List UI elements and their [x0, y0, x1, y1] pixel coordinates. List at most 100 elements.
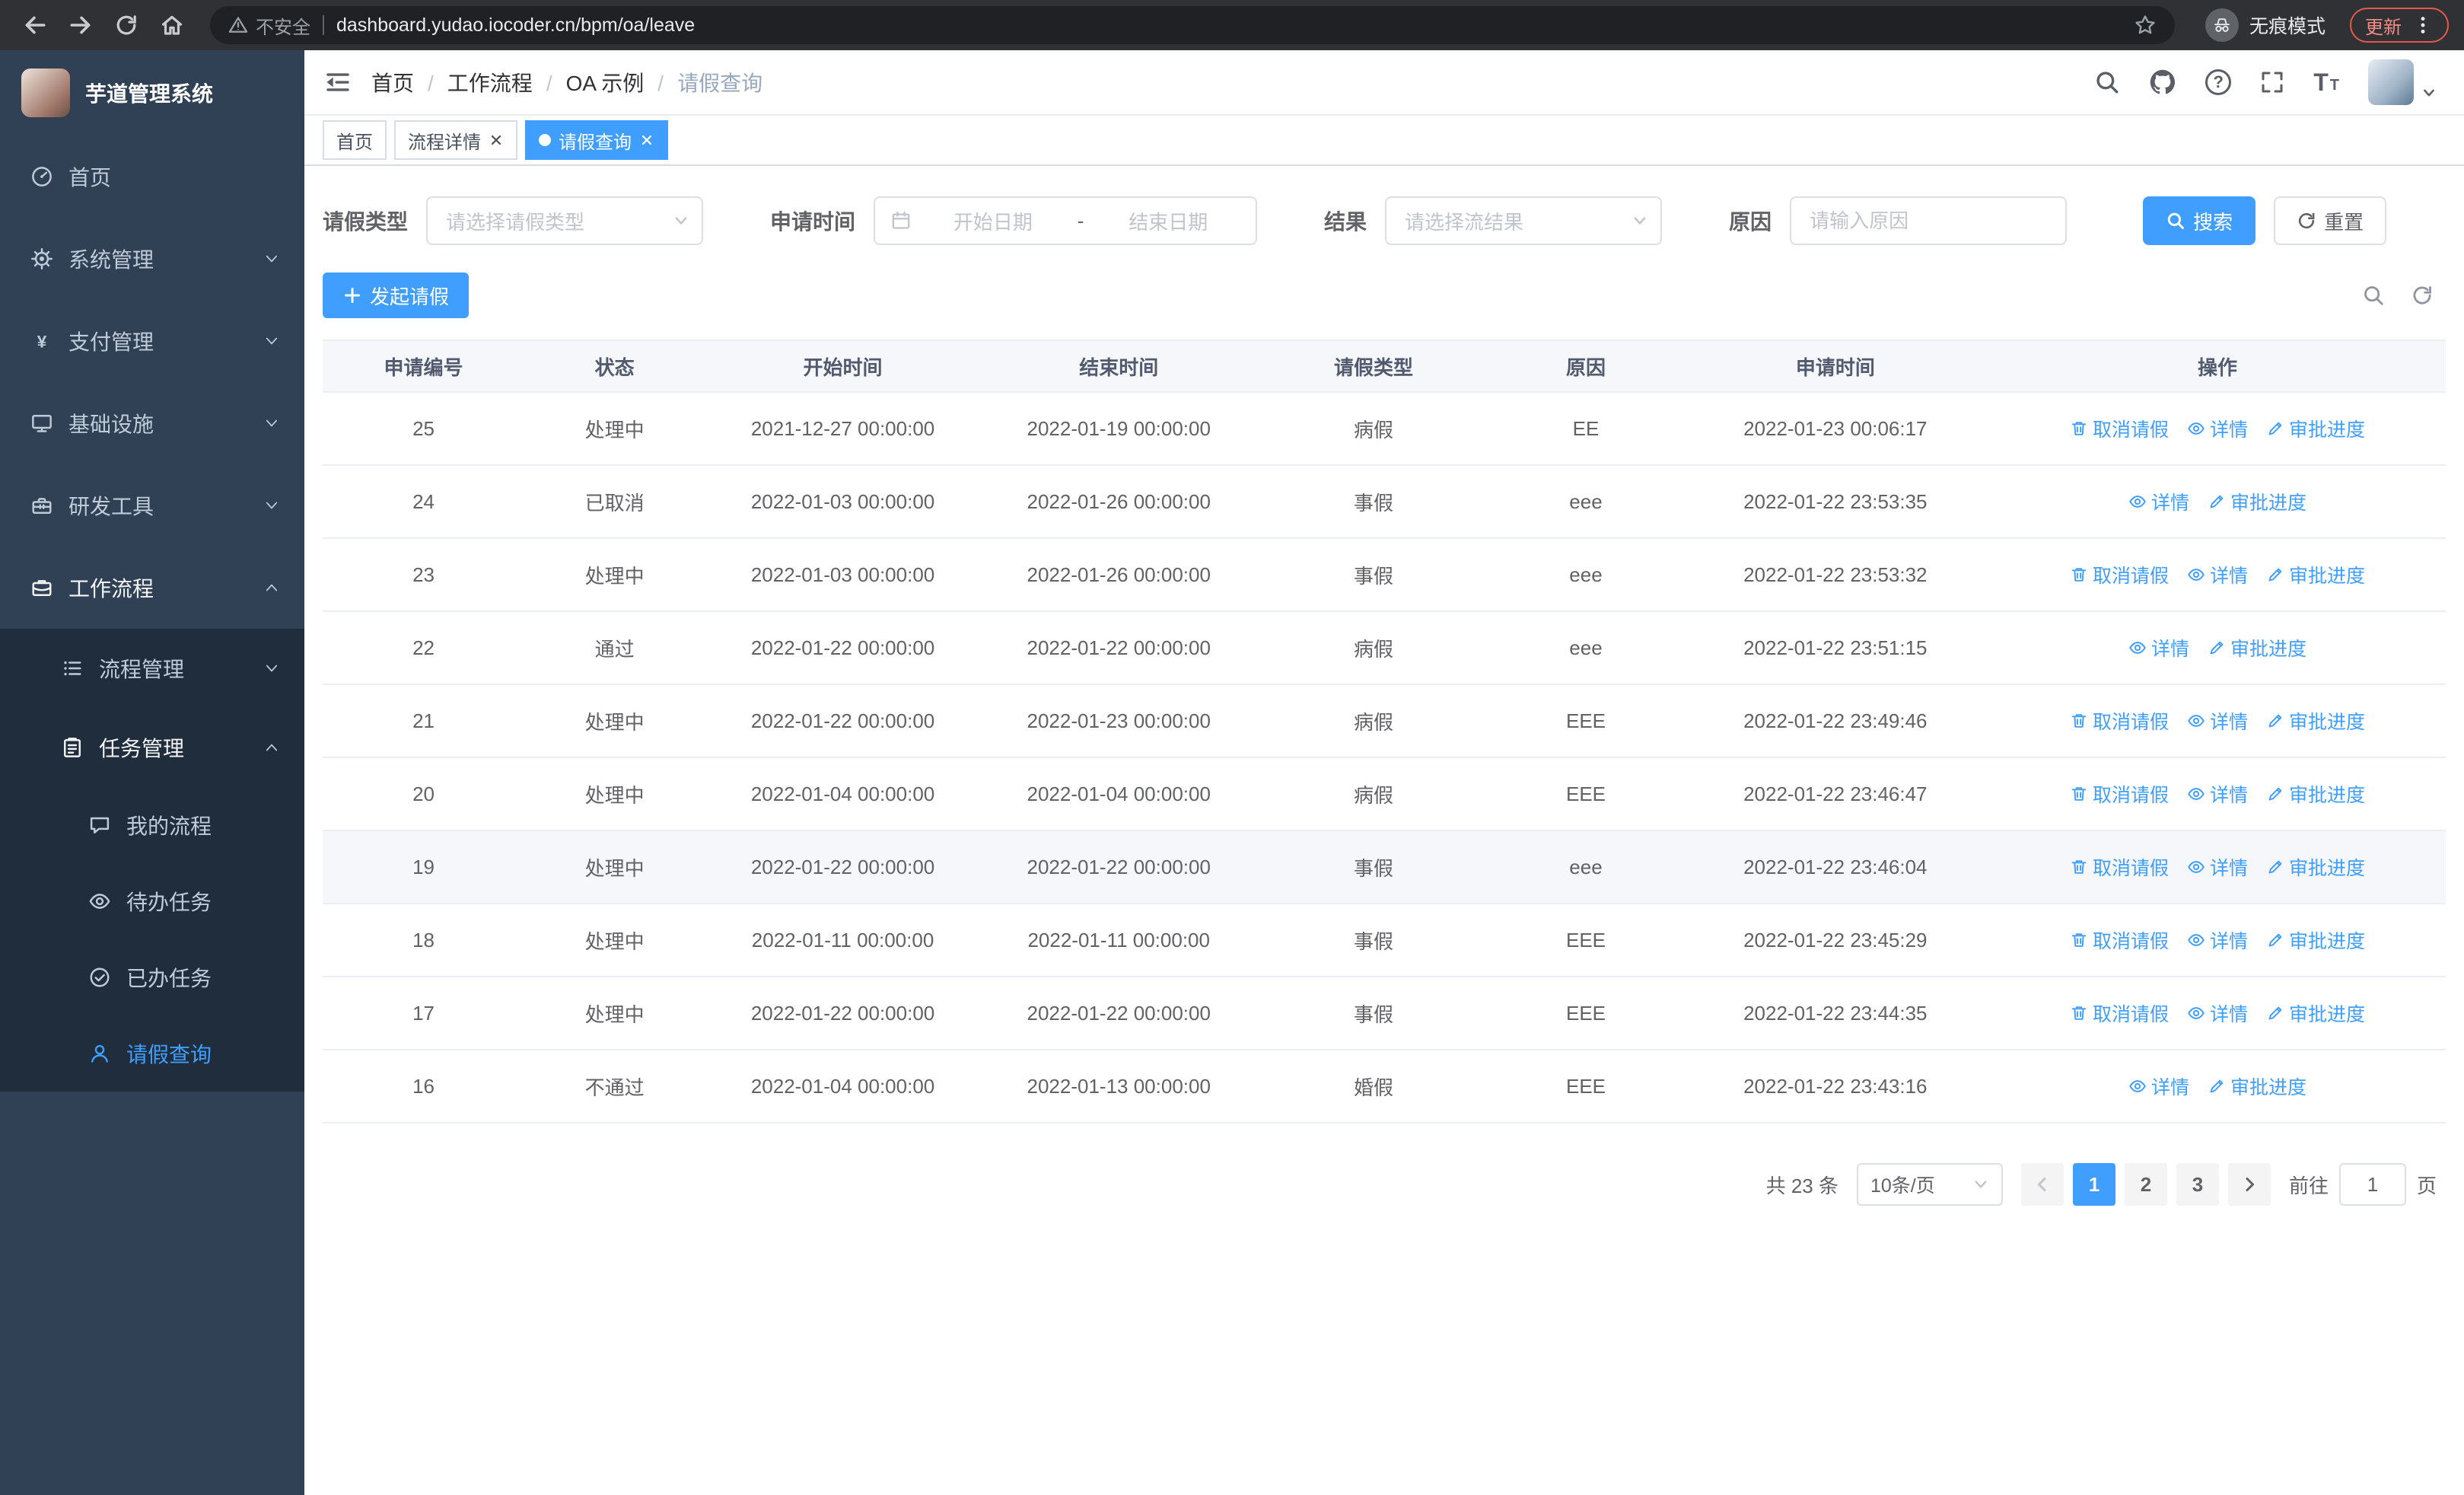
cancel-link[interactable]: 取消请假 [2070, 999, 2169, 1027]
collapse-sidebar-icon[interactable] [304, 50, 371, 114]
breadcrumb-item-0[interactable]: 首页 [371, 67, 447, 97]
cell-id: 22 [323, 611, 525, 685]
breadcrumb-item-1[interactable]: 工作流程 [447, 67, 566, 97]
sidebar-item-dev-tools[interactable]: 研发工具 [0, 464, 304, 547]
avatar[interactable] [2368, 59, 2414, 105]
fullscreen-icon[interactable] [2260, 70, 2284, 94]
github-icon[interactable] [2149, 69, 2176, 96]
cell-actions: 取消请假 详情 审批进度 [1989, 392, 2446, 466]
sidebar-item-todo-task[interactable]: 待办任务 [0, 863, 304, 939]
toggle-search-icon[interactable] [2362, 284, 2385, 307]
tab-leave-query[interactable]: 请假查询 [525, 120, 668, 160]
detail-link[interactable]: 详情 [2128, 634, 2189, 661]
user-menu[interactable] [2368, 59, 2437, 105]
create-leave-button[interactable]: 发起请假 [323, 273, 470, 318]
bookmark-star-icon[interactable] [2134, 14, 2157, 37]
date-range-picker[interactable]: 开始日期 - 结束日期 [874, 196, 1258, 245]
progress-link[interactable]: 审批进度 [2208, 1073, 2306, 1100]
progress-link[interactable]: 审批进度 [2266, 561, 2365, 588]
sidebar-item-task-mgmt[interactable]: 任务管理 [0, 708, 304, 787]
search-button[interactable]: 搜索 [2143, 196, 2256, 245]
breadcrumb-item-2[interactable]: OA 示例 [566, 67, 677, 97]
cell-id: 16 [323, 1050, 525, 1124]
reset-button[interactable]: 重置 [2274, 196, 2387, 245]
sidebar-item-leave-query[interactable]: 请假查询 [0, 1015, 304, 1092]
address-bar[interactable]: 不安全 dashboard.yudao.iocoder.cn/bpm/oa/le… [210, 6, 2175, 44]
detail-link[interactable]: 详情 [2187, 561, 2248, 588]
security-warning[interactable]: 不安全 [228, 12, 310, 39]
progress-link[interactable]: 审批进度 [2266, 926, 2365, 954]
goto-page-input[interactable] [2338, 1163, 2406, 1206]
forward-button[interactable] [61, 5, 100, 45]
tab-process-detail[interactable]: 流程详情 [394, 120, 517, 160]
leave-query-icon [88, 1042, 111, 1065]
cancel-link[interactable]: 取消请假 [2070, 853, 2169, 881]
cell-end-time: 2022-01-04 00:00:00 [980, 757, 1257, 831]
cancel-link[interactable]: 取消请假 [2070, 780, 2169, 808]
help-icon[interactable] [2205, 69, 2232, 95]
cell-apply-time: 2022-01-22 23:49:46 [1681, 684, 1990, 758]
close-icon[interactable] [639, 132, 654, 148]
cell-actions: 详情 审批进度 [1989, 611, 2446, 685]
cancel-link[interactable]: 取消请假 [2070, 561, 2169, 588]
sidebar-item-payment-mgmt[interactable]: ¥ 支付管理 [0, 300, 304, 382]
page-size-select[interactable]: 10条/页 [1856, 1163, 2003, 1206]
search-icon[interactable] [2094, 69, 2120, 95]
sidebar-item-system-mgmt[interactable]: 系统管理 [0, 218, 304, 300]
home-button[interactable] [152, 5, 192, 45]
font-size-icon[interactable] [2313, 70, 2339, 94]
prev-page-button[interactable] [2020, 1163, 2064, 1206]
refresh-table-icon[interactable] [2411, 284, 2434, 307]
pen-icon [2266, 931, 2284, 949]
sidebar-item-home[interactable]: 首页 [0, 135, 304, 218]
table-toolbar: 发起请假 [323, 273, 2446, 318]
page-button-3[interactable]: 3 [2176, 1163, 2219, 1206]
cancel-link[interactable]: 取消请假 [2070, 926, 2169, 954]
progress-link[interactable]: 审批进度 [2266, 999, 2365, 1027]
progress-link[interactable]: 审批进度 [2208, 488, 2306, 515]
detail-link[interactable]: 详情 [2187, 415, 2248, 442]
cancel-link[interactable]: 取消请假 [2070, 415, 2169, 442]
browser-menu-icon[interactable] [2412, 14, 2434, 36]
reload-button[interactable] [107, 5, 146, 45]
detail-link[interactable]: 详情 [2187, 707, 2248, 735]
progress-link[interactable]: 审批进度 [2266, 853, 2365, 881]
progress-link[interactable]: 审批进度 [2208, 634, 2306, 661]
sidebar-item-workflow[interactable]: 工作流程 [0, 547, 304, 629]
sidebar-item-process-mgmt[interactable]: 流程管理 [0, 629, 304, 708]
sidebar-item-infrastructure[interactable]: 基础设施 [0, 382, 304, 464]
home-icon [30, 165, 53, 188]
page-button-2[interactable]: 2 [2124, 1163, 2167, 1206]
progress-link[interactable]: 审批进度 [2266, 415, 2365, 442]
table-row: 16 不通过 2022-01-04 00:00:00 2022-01-13 00:00… [323, 1050, 2446, 1124]
detail-link[interactable]: 详情 [2128, 1073, 2189, 1100]
total-count: 共 23 条 [1765, 1174, 1838, 1197]
sidebar-item-done-task[interactable]: 已办任务 [0, 939, 304, 1015]
page: 首页工作流程OA 示例请假查询 [304, 50, 2464, 1495]
page-button-1[interactable]: 1 [2072, 1163, 2115, 1206]
page-jumper: 前往 页 [2289, 1163, 2437, 1206]
detail-link[interactable]: 详情 [2187, 780, 2248, 808]
browser-update-button[interactable]: 更新 [2350, 8, 2449, 43]
next-page-button[interactable] [2227, 1163, 2271, 1206]
sidebar-item-my-process[interactable]: 我的流程 [0, 787, 304, 863]
progress-link[interactable]: 审批进度 [2266, 780, 2365, 808]
cancel-link[interactable]: 取消请假 [2070, 707, 2169, 735]
tab-home[interactable]: 首页 [323, 120, 387, 160]
result-select[interactable]: 请选择流结果 [1385, 196, 1663, 245]
leave-type-select[interactable]: 请选择请假类型 [426, 196, 704, 245]
pen-icon [2266, 566, 2284, 584]
app-logo: 芋道管理系统 [0, 50, 304, 135]
close-icon[interactable] [489, 132, 504, 148]
back-button[interactable] [15, 5, 55, 45]
detail-link[interactable]: 详情 [2187, 999, 2248, 1027]
progress-link[interactable]: 审批进度 [2266, 707, 2365, 735]
detail-link[interactable]: 详情 [2187, 926, 2248, 954]
detail-link[interactable]: 详情 [2128, 488, 2189, 515]
incognito-indicator: 无痕模式 [2205, 8, 2326, 42]
detail-link[interactable]: 详情 [2187, 853, 2248, 881]
eye-icon [2187, 566, 2205, 584]
payment-mgmt-icon: ¥ [30, 330, 53, 352]
reason-input[interactable] [1790, 196, 2068, 245]
range-separator: - [1077, 209, 1084, 232]
